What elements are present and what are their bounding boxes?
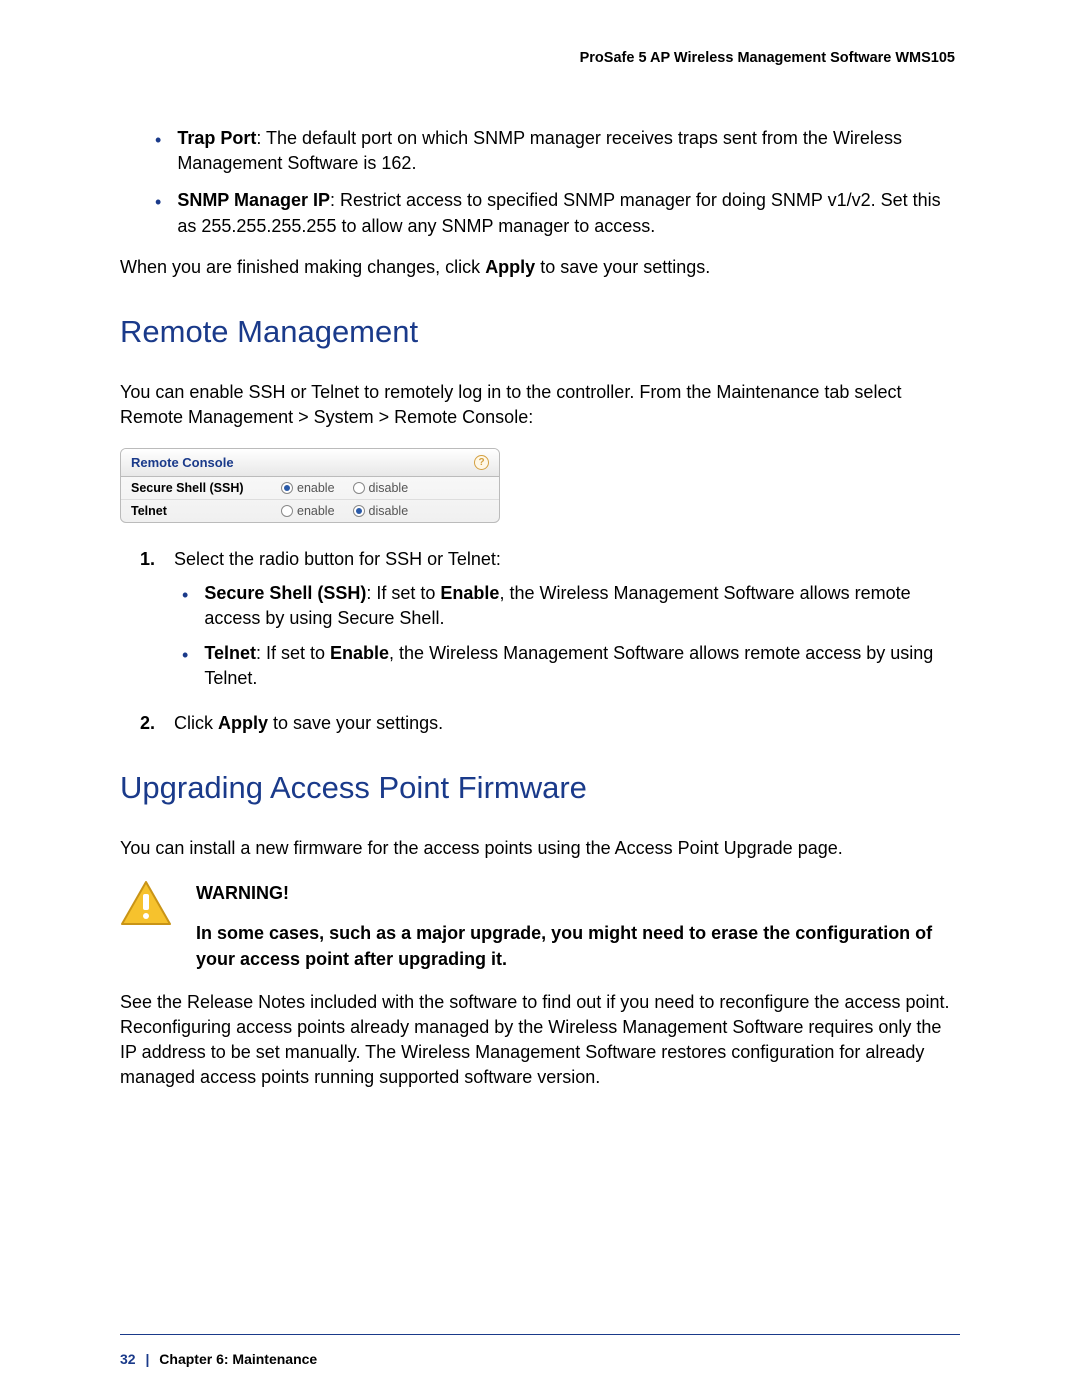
- telnet-radio-group: enable disable: [281, 504, 408, 518]
- warning-block: WARNING! In some cases, such as a major …: [120, 880, 960, 972]
- chapter-label: Chapter 6: Maintenance: [159, 1351, 317, 1367]
- step-1-body: Select the radio button for SSH or Telne…: [174, 547, 960, 701]
- heading-remote-management: Remote Management: [120, 314, 960, 350]
- remote-console-title: Remote Console: [131, 455, 234, 470]
- bullet-text: SNMP Manager IP: Restrict access to spec…: [177, 188, 960, 238]
- radio-icon: [281, 505, 293, 517]
- radio-icon: [353, 482, 365, 494]
- remote-management-intro: You can enable SSH or Telnet to remotely…: [120, 380, 960, 430]
- console-label-telnet: Telnet: [131, 504, 281, 518]
- sub-bullet-telnet: • Telnet: If set to Enable, the Wireless…: [182, 641, 960, 691]
- document-header: ProSafe 5 AP Wireless Management Softwar…: [120, 50, 960, 66]
- ssh-enable-radio[interactable]: enable: [281, 481, 335, 495]
- ssh-radio-group: enable disable: [281, 481, 408, 495]
- footer-separator: |: [145, 1351, 149, 1367]
- top-bullet-list: • Trap Port: The default port on which S…: [155, 126, 960, 239]
- step-1-sub-bullets: • Secure Shell (SSH): If set to Enable, …: [182, 581, 960, 692]
- sub-bullet-text: Telnet: If set to Enable, the Wireless M…: [204, 641, 960, 691]
- radio-icon: [353, 505, 365, 517]
- numbered-steps: 1. Select the radio button for SSH or Te…: [140, 547, 960, 736]
- bullet-dot-icon: •: [155, 128, 161, 176]
- telnet-disable-radio[interactable]: disable: [353, 504, 409, 518]
- apply-note: When you are finished making changes, cl…: [120, 255, 960, 280]
- console-row-telnet: Telnet enable disable: [121, 499, 499, 522]
- sub-bullet-ssh: • Secure Shell (SSH): If set to Enable, …: [182, 581, 960, 631]
- heading-upgrading-firmware: Upgrading Access Point Firmware: [120, 770, 960, 806]
- warning-icon: [120, 880, 172, 926]
- step-number: 1.: [140, 547, 160, 701]
- sub-bullet-text: Secure Shell (SSH): If set to Enable, th…: [204, 581, 960, 631]
- bullet-dot-icon: •: [155, 190, 161, 238]
- console-row-ssh: Secure Shell (SSH) enable disable: [121, 477, 499, 499]
- ssh-disable-radio[interactable]: disable: [353, 481, 409, 495]
- step-2: 2. Click Apply to save your settings.: [140, 711, 960, 736]
- radio-icon: [281, 482, 293, 494]
- step-number: 2.: [140, 711, 160, 736]
- bullet-trap-port: • Trap Port: The default port on which S…: [155, 126, 960, 176]
- remote-console-panel: Remote Console ? Secure Shell (SSH) enab…: [120, 448, 500, 523]
- console-label-ssh: Secure Shell (SSH): [131, 481, 281, 495]
- footer-rule: [120, 1334, 960, 1335]
- bullet-dot-icon: •: [182, 583, 188, 631]
- bullet-snmp-manager-ip: • SNMP Manager IP: Restrict access to sp…: [155, 188, 960, 238]
- bullet-dot-icon: •: [182, 643, 188, 691]
- upgrading-intro: You can install a new firmware for the a…: [120, 836, 960, 861]
- help-icon[interactable]: ?: [474, 455, 489, 470]
- page-number: 32: [120, 1351, 136, 1367]
- warning-body: In some cases, such as a major upgrade, …: [196, 923, 932, 969]
- post-warning-paragraph: See the Release Notes included with the …: [120, 990, 960, 1091]
- warning-text: WARNING! In some cases, such as a major …: [196, 880, 960, 972]
- step-2-text: Click Apply to save your settings.: [174, 711, 443, 736]
- remote-console-header: Remote Console ?: [121, 449, 499, 477]
- warning-heading: WARNING!: [196, 880, 960, 906]
- telnet-enable-radio[interactable]: enable: [281, 504, 335, 518]
- step-1: 1. Select the radio button for SSH or Te…: [140, 547, 960, 701]
- bullet-text: Trap Port: The default port on which SNM…: [177, 126, 960, 176]
- page-footer: 32 | Chapter 6: Maintenance: [120, 1351, 317, 1367]
